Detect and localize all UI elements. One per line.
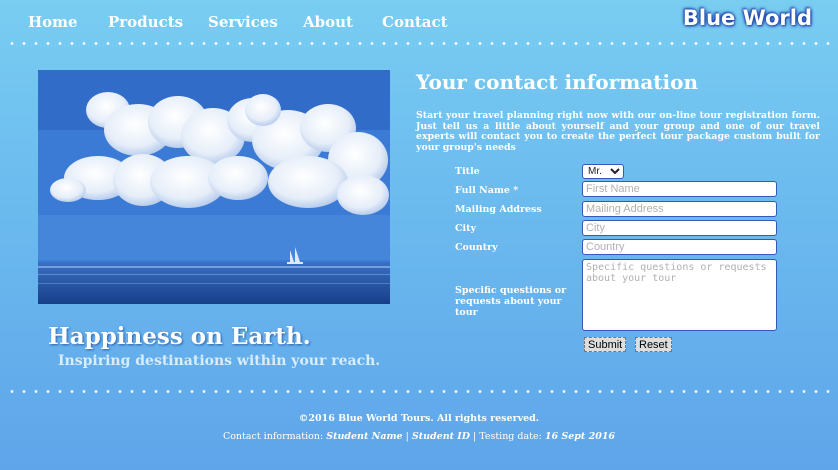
bottom-dotted-divider	[6, 390, 832, 393]
first-name-input[interactable]	[582, 181, 777, 197]
country-label: Country	[455, 242, 498, 253]
title-select[interactable]: Mr.	[582, 164, 624, 179]
questions-textarea[interactable]	[582, 259, 777, 331]
mailing-address-label: Mailing Address	[455, 204, 542, 215]
footer-contact-info: Contact information: Student Name | Stud…	[0, 431, 838, 442]
hero-subtitle: Inspiring destinations within your reach…	[58, 353, 381, 369]
student-id: Student ID	[411, 431, 470, 442]
testing-date: 16 Sept 2016	[544, 431, 616, 442]
nav-home-link[interactable]: Home	[28, 13, 78, 31]
brand-logo: Blue World	[682, 6, 812, 30]
nav-services-link[interactable]: Services	[208, 13, 278, 31]
contact-prefix: Contact information:	[222, 431, 327, 442]
separator: |	[402, 431, 412, 442]
city-input[interactable]	[582, 220, 777, 236]
nav-products-link[interactable]: Products	[108, 13, 183, 31]
footer-copyright: ©2016 Blue World Tours. All rights reser…	[298, 413, 540, 424]
nav-about-link[interactable]: About	[303, 13, 353, 31]
hero-title: Happiness on Earth.	[48, 323, 311, 350]
questions-label: Specific questions or requests about you…	[455, 285, 567, 318]
form-intro-text: Start your travel planning right now wit…	[416, 110, 820, 153]
nav-contact-link[interactable]: Contact	[382, 13, 448, 31]
country-input[interactable]	[582, 239, 777, 255]
full-name-label: Full Name *	[455, 185, 519, 196]
student-name: Student Name	[326, 431, 403, 442]
top-dotted-divider	[6, 42, 832, 45]
title-label: Title	[455, 166, 480, 177]
submit-button[interactable]: Submit	[584, 337, 627, 352]
city-label: City	[455, 223, 477, 234]
form-heading: Your contact information	[416, 70, 699, 94]
reset-button[interactable]: Reset	[635, 337, 672, 352]
ocean-clouds-image	[38, 70, 390, 304]
main-nav: Home Products Services About Contact Blu…	[0, 0, 838, 44]
hero-photo	[38, 70, 390, 304]
mailing-address-input[interactable]	[582, 201, 777, 217]
testing-date-prefix: | Testing date:	[470, 431, 545, 442]
